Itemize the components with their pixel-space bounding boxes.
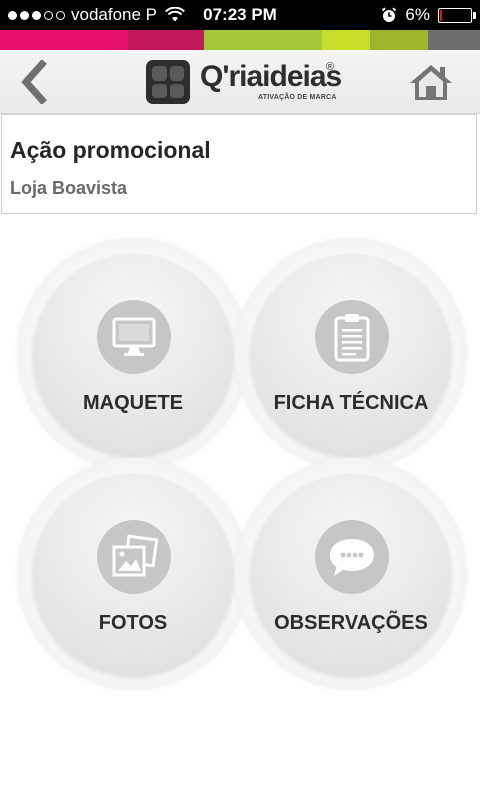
brand-logo: Q'riaideias ® ATIVAÇÃO DE MARCA [146, 59, 342, 105]
battery-level [440, 9, 442, 21]
stripe-segment [0, 30, 128, 50]
chevron-left-icon [21, 59, 47, 105]
observacoes-label: OBSERVAÇÕES [274, 612, 428, 634]
stripe-segment [322, 30, 370, 50]
speech-bubble-icon [315, 520, 389, 594]
clipboard-icon [315, 300, 389, 374]
info-card: Ação promocional Loja Boavista [1, 114, 477, 214]
monitor-icon [97, 300, 171, 374]
logo-tagline: ATIVAÇÃO DE MARCA [258, 94, 337, 101]
brand-color-stripe [0, 30, 480, 50]
page-title: Ação promocional [10, 137, 211, 163]
stripe-segment [204, 30, 322, 50]
logo-mark-icon [146, 60, 190, 104]
logo-wordmark: Q'riaideias [200, 60, 342, 93]
battery-icon [438, 7, 476, 23]
fotos-button[interactable]: FOTOS [17, 458, 249, 690]
home-icon [410, 65, 452, 100]
logo-registered: ® [325, 61, 334, 73]
fotos-label: FOTOS [98, 612, 168, 634]
battery-percent: 6% [405, 5, 430, 24]
photos-icon [97, 520, 171, 594]
maquete-label: MAQUETE [83, 392, 183, 414]
observacoes-button[interactable]: OBSERVAÇÕES [235, 458, 467, 690]
stripe-segment [128, 30, 204, 50]
ficha-tecnica-label: FICHA TÉCNICA [273, 392, 429, 414]
alarm-icon [382, 7, 397, 22]
stripe-segment [428, 30, 480, 50]
ficha-tecnica-button[interactable]: FICHA TÉCNICA [235, 238, 467, 470]
status-bar: vodafone P 07:23 PM 6% [0, 0, 480, 30]
back-button[interactable] [14, 59, 54, 105]
maquete-button[interactable]: MAQUETE [17, 238, 249, 470]
store-name: Loja Boavista [10, 178, 128, 198]
home-button[interactable] [408, 62, 454, 102]
stripe-segment [370, 30, 428, 50]
app-header: Q'riaideias ® ATIVAÇÃO DE MARCA [0, 50, 480, 114]
